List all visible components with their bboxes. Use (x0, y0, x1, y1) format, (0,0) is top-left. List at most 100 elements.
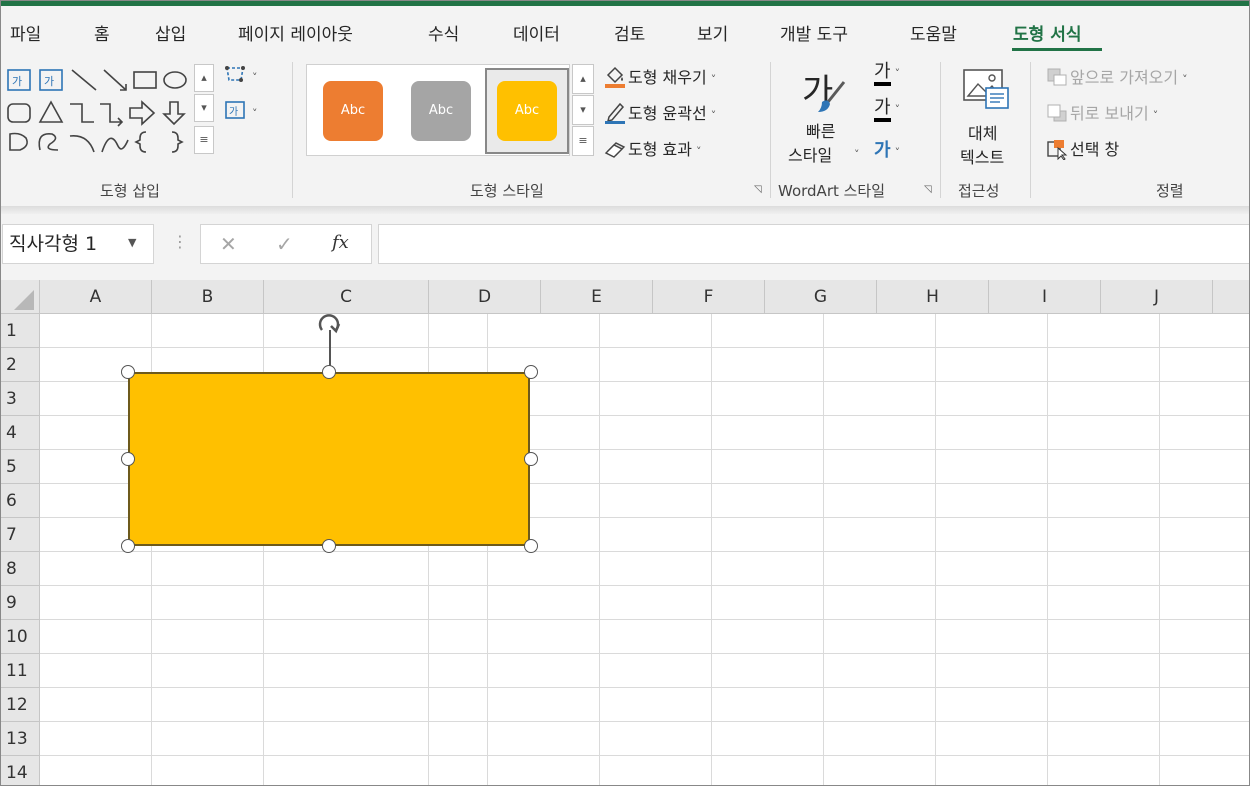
column-header-g[interactable]: G (765, 280, 877, 314)
dialog-launcher-icon[interactable]: ◹ (924, 184, 932, 195)
column-header-b[interactable]: B (152, 280, 264, 314)
resize-handle-left[interactable] (121, 452, 135, 466)
edit-shape-button[interactable]: ˅ (224, 64, 258, 88)
style-gallery-scroll-up[interactable]: ▴ (572, 64, 594, 94)
resize-handle-top[interactable] (322, 365, 336, 379)
row-header-12[interactable]: 12 (0, 688, 40, 722)
row-header-13[interactable]: 13 (0, 722, 40, 756)
shape-gallery-scroll-down[interactable]: ▾ (194, 94, 214, 122)
column-header-f[interactable]: F (653, 280, 765, 314)
selection-pane-button[interactable]: 선택 창 (1046, 136, 1119, 164)
quick-styles-button[interactable]: 가 빠른 스타일 ˅ (786, 64, 860, 168)
style-swatch-orange[interactable]: Abc (323, 81, 383, 141)
ribbon-shadow (0, 206, 1250, 214)
send-backward-button[interactable]: 뒤로 보내기 ˅ (1046, 100, 1158, 127)
shape-effects-label: 도형 효과 (628, 140, 692, 159)
name-box-dropdown-icon[interactable]: ▼ (128, 236, 136, 249)
style-swatch-gold[interactable]: Abc (497, 81, 557, 141)
rotate-handle-icon[interactable] (314, 312, 344, 334)
text-fill-button[interactable]: 가 ˅ (874, 62, 900, 86)
resize-handle-top-left[interactable] (121, 365, 135, 379)
select-all-button[interactable] (0, 280, 40, 314)
group-label-wordart-styles: WordArt 스타일 (778, 182, 886, 200)
resize-handle-top-right[interactable] (524, 365, 538, 379)
shape-effects-button[interactable]: 도형 효과 ˅ (604, 136, 701, 163)
dialog-launcher-icon[interactable]: ◹ (754, 184, 762, 195)
row-header-2[interactable]: 2 (0, 348, 40, 382)
formula-input[interactable] (378, 224, 1250, 264)
column-header-c[interactable]: C (264, 280, 429, 314)
tab-help[interactable]: 도움말 (910, 20, 957, 45)
swatch-label: Abc (340, 103, 366, 118)
text-effects-button[interactable]: 가 ˅ (874, 136, 900, 162)
column-header-d[interactable]: D (429, 280, 541, 314)
column-header-k[interactable] (1213, 280, 1250, 314)
resize-handle-bottom-left[interactable] (121, 539, 135, 553)
bring-forward-button[interactable]: 앞으로 가져오기 ˅ (1046, 64, 1188, 91)
active-tab-indicator (1012, 48, 1102, 51)
swatch-label: Abc (514, 103, 540, 118)
tab-developer[interactable]: 개발 도구 (780, 20, 848, 45)
resize-handle-bottom[interactable] (322, 539, 336, 553)
row-header-11[interactable]: 11 (0, 654, 40, 688)
chevron-down-icon: ˅ (1182, 73, 1188, 86)
tab-page-layout[interactable]: 페이지 레이아웃 (238, 20, 353, 45)
alt-text-button[interactable]: 대체 텍스트 (956, 66, 1018, 170)
insert-function-icon[interactable]: fx (332, 232, 349, 253)
chevron-down-icon: ˅ (894, 146, 901, 159)
cancel-icon[interactable]: ✕ (220, 232, 237, 256)
row-header-5[interactable]: 5 (0, 450, 40, 484)
tab-view[interactable]: 보기 (697, 20, 728, 45)
row-header-14[interactable]: 14 (0, 756, 40, 786)
chevron-down-icon: ˅ (710, 73, 717, 86)
column-header-e[interactable]: E (541, 280, 653, 314)
column-header-j[interactable]: J (1101, 280, 1213, 314)
group-label-accessibility: 접근성 (958, 182, 1000, 200)
svg-text:가: 가 (12, 75, 22, 88)
group-label-insert-shapes: 도형 삽입 (100, 182, 160, 200)
shape-outline-button[interactable]: 도형 윤곽선 ˅ (604, 100, 716, 129)
chevron-down-icon: ˅ (854, 148, 860, 161)
column-header-h[interactable]: H (877, 280, 989, 314)
shape-fill-button[interactable]: 도형 채우기 ˅ (604, 64, 716, 93)
group-label-shape-styles: 도형 스타일 (470, 182, 544, 200)
chevron-down-icon: ˅ (252, 70, 258, 84)
row-header-1[interactable]: 1 (0, 314, 40, 348)
tab-formulas[interactable]: 수식 (428, 20, 459, 45)
column-header-i[interactable]: I (989, 280, 1101, 314)
confirm-icon[interactable]: ✓ (276, 232, 293, 256)
formula-bar-grip-icon[interactable]: ⋮ (172, 232, 188, 251)
resize-handle-right[interactable] (524, 452, 538, 466)
selected-rectangle-shape[interactable] (128, 372, 530, 546)
quick-styles-label-1: 빠른 (806, 122, 836, 141)
row-header-7[interactable]: 7 (0, 518, 40, 552)
chevron-down-icon: ˅ (710, 109, 717, 122)
group-separator (1030, 62, 1031, 198)
resize-handle-bottom-right[interactable] (524, 539, 538, 553)
shape-style-gallery[interactable]: Abc Abc Abc (306, 64, 570, 156)
tab-insert[interactable]: 삽입 (155, 20, 186, 45)
column-header-a[interactable]: A (40, 280, 152, 314)
shape-gallery-more[interactable]: ≡ (194, 126, 214, 154)
group-separator (770, 62, 771, 198)
tab-home[interactable]: 홈 (94, 20, 110, 45)
text-outline-button[interactable]: 가 ˅ (874, 98, 900, 122)
row-header-4[interactable]: 4 (0, 416, 40, 450)
row-header-8[interactable]: 8 (0, 552, 40, 586)
row-header-3[interactable]: 3 (0, 382, 40, 416)
text-box-button[interactable]: 가 ˅ (224, 100, 258, 124)
style-gallery-scroll-down[interactable]: ▾ (572, 95, 594, 125)
tab-file[interactable]: 파일 (10, 20, 41, 45)
shape-gallery-scroll-up[interactable]: ▴ (194, 64, 214, 92)
shape-gallery[interactable]: 가 가 (6, 66, 190, 158)
row-header-9[interactable]: 9 (0, 586, 40, 620)
alt-text-label-1: 대체 (968, 124, 998, 143)
tab-data[interactable]: 데이터 (513, 20, 560, 45)
style-gallery-more[interactable]: ≡ (572, 126, 594, 156)
tab-shape-format[interactable]: 도형 서식 (1013, 20, 1081, 45)
row-header-10[interactable]: 10 (0, 620, 40, 654)
row-header-6[interactable]: 6 (0, 484, 40, 518)
tab-review[interactable]: 검토 (614, 20, 645, 45)
style-swatch-gray[interactable]: Abc (411, 81, 471, 141)
group-separator (940, 62, 941, 198)
